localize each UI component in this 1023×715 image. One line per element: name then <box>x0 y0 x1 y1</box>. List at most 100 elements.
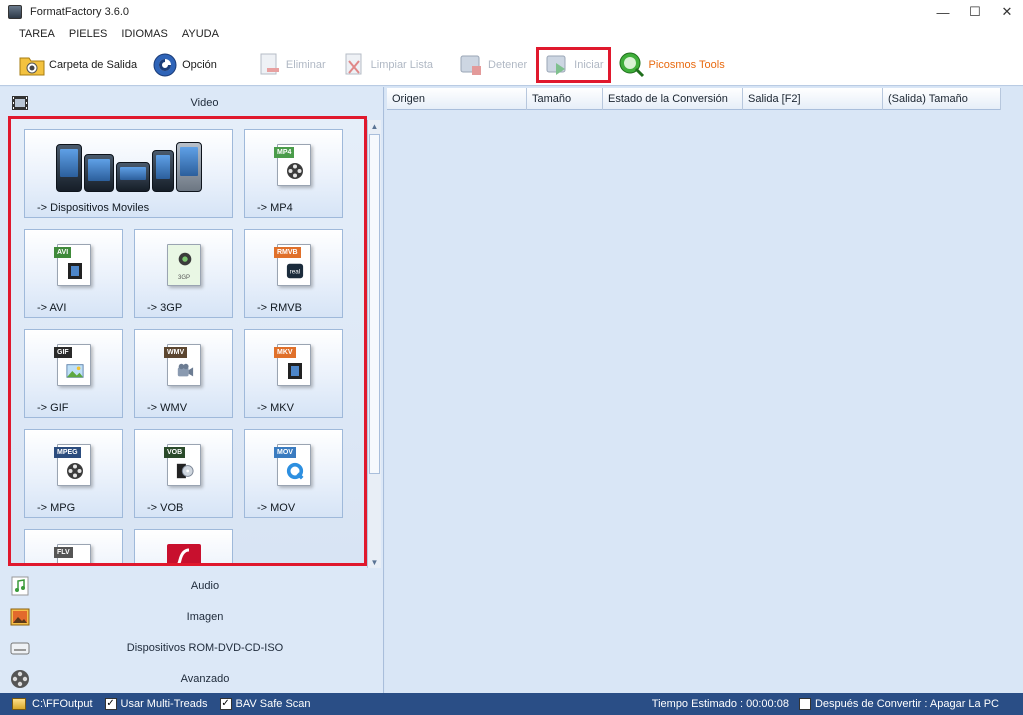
output-folder-button[interactable]: Carpeta de Salida <box>14 50 141 80</box>
wmv-badge: WMV <box>164 347 188 358</box>
flv-file-icon: FLV <box>54 544 91 563</box>
delete-button[interactable]: Eliminar <box>251 50 330 80</box>
scroll-thumb[interactable] <box>369 134 380 474</box>
clear-list-label: Limpiar Lista <box>370 58 434 71</box>
option-button[interactable]: Opción <box>147 50 221 80</box>
avi-file-icon: AVI <box>54 244 91 286</box>
status-right: Tiempo Estimado : 00:00:08 Después de Co… <box>652 698 999 710</box>
output-path[interactable]: C:\FFOutput <box>32 698 93 710</box>
menu-idiomas[interactable]: IDIOMAS <box>114 28 174 40</box>
task-list[interactable]: Origen Tamaño Estado de la Conversión Sa… <box>385 87 1023 693</box>
tile-mpg-label: -> MPG <box>37 502 76 514</box>
flv-badge: FLV <box>54 547 73 558</box>
delete-doc-icon <box>255 51 283 79</box>
tile-mov-label: -> MOV <box>257 502 296 514</box>
music-note-icon <box>9 575 31 597</box>
tile-flv[interactable]: FLV <box>24 529 123 563</box>
picosmos-tools-button[interactable]: Picosmos Tools <box>614 50 729 80</box>
reel-icon <box>9 668 31 690</box>
tile-wmv-label: -> WMV <box>147 402 188 414</box>
gif-badge: GIF <box>54 347 72 358</box>
tile-vob-label: -> VOB <box>147 502 184 514</box>
tile-mov[interactable]: MOV -> MOV <box>244 429 343 518</box>
film-icon <box>9 92 31 114</box>
status-bar: C:\FFOutput ✓ Usar Multi-Treads ✓ BAV Sa… <box>0 693 1023 715</box>
tile-swf[interactable] <box>134 529 233 563</box>
svg-text:real: real <box>290 269 301 276</box>
picosmos-icon <box>618 51 646 79</box>
tile-avi-label: -> AVI <box>37 302 67 314</box>
category-audio[interactable]: Audio <box>0 570 384 601</box>
start-label: Iniciar <box>574 58 604 71</box>
bav-scan-checkbox[interactable]: ✓ <box>219 698 232 710</box>
close-button[interactable]: ✕ <box>991 0 1023 24</box>
tile-mp4[interactable]: MP4 -> MP4 <box>244 129 343 218</box>
tile-3gp[interactable]: 3GP -> 3GP <box>134 229 233 318</box>
clear-list-button[interactable]: Limpiar Lista <box>336 50 437 80</box>
delete-label: Eliminar <box>285 58 326 71</box>
after-convert-label: Después de Convertir : Apagar La PC <box>814 698 999 710</box>
column-size[interactable]: Tamaño <box>527 88 603 110</box>
column-output[interactable]: Salida [F2] <box>743 88 883 110</box>
category-video[interactable]: Video <box>0 87 383 118</box>
category-rom-dvd-label: Dispositivos ROM-DVD-CD-ISO <box>126 641 284 654</box>
avi-badge: AVI <box>54 247 72 258</box>
menu-pieles[interactable]: PIELES <box>62 28 115 40</box>
tile-mp4-label: -> MP4 <box>257 202 293 214</box>
scroll-up-icon[interactable]: ▲ <box>368 120 381 132</box>
start-button[interactable]: Iniciar <box>536 46 611 83</box>
scroll-down-icon[interactable]: ▼ <box>368 556 381 568</box>
category-list: Audio Imagen Dispositivos ROM-DVD-CD-ISO… <box>0 570 384 694</box>
video-tiles-area: -> Dispositivos Moviles MP4 -> MP4 AVI -… <box>8 116 367 566</box>
minimize-button[interactable]: — <box>927 0 959 24</box>
vob-file-icon: VOB <box>164 444 201 486</box>
app-icon <box>8 5 22 19</box>
tile-mkv[interactable]: MKV -> MKV <box>244 329 343 418</box>
tiles-scrollbar[interactable]: ▲ ▼ <box>367 120 381 568</box>
output-folder-icon[interactable] <box>12 698 26 710</box>
picosmos-label: Picosmos Tools <box>648 58 725 71</box>
tile-gif-label: -> GIF <box>37 402 69 414</box>
column-status[interactable]: Estado de la Conversión <box>603 88 743 110</box>
tile-vob[interactable]: VOB -> VOB <box>134 429 233 518</box>
3gp-file-icon: 3GP <box>167 244 201 286</box>
menu-tarea[interactable]: TAREA <box>12 28 62 40</box>
tile-avi[interactable]: AVI -> AVI <box>24 229 123 318</box>
disc-drive-icon <box>9 637 31 659</box>
task-list-header: Origen Tamaño Estado de la Conversión Sa… <box>387 88 1001 110</box>
tile-mobile-devices[interactable]: -> Dispositivos Moviles <box>24 129 233 218</box>
after-convert-checkbox[interactable] <box>798 698 811 710</box>
mov-badge: MOV <box>274 447 296 458</box>
menu-bar: TAREA PIELES IDIOMAS AYUDA <box>0 24 1023 44</box>
menu-ayuda[interactable]: AYUDA <box>175 28 226 40</box>
multi-threads-checkbox[interactable]: ✓ <box>104 698 117 710</box>
clear-list-icon <box>340 51 368 79</box>
tile-wmv[interactable]: WMV -> WMV <box>134 329 233 418</box>
mp4-badge: MP4 <box>274 147 295 158</box>
window-controls: — ☐ ✕ <box>927 0 1023 24</box>
category-video-label: Video <box>190 96 219 109</box>
column-output-size[interactable]: (Salida) Tamaño <box>883 88 1001 110</box>
maximize-button[interactable]: ☐ <box>959 0 991 24</box>
output-folder-label: Carpeta de Salida <box>49 58 138 71</box>
category-rom-dvd[interactable]: Dispositivos ROM-DVD-CD-ISO <box>0 632 384 663</box>
gear-icon <box>151 51 179 79</box>
mp4-file-icon: MP4 <box>274 144 311 186</box>
mov-file-icon: MOV <box>274 444 311 486</box>
tile-rmvb[interactable]: RMVB real -> RMVB <box>244 229 343 318</box>
category-image-label: Imagen <box>186 610 224 623</box>
category-advanced[interactable]: Avanzado <box>0 663 384 694</box>
tile-3gp-label: -> 3GP <box>147 302 183 314</box>
stop-button[interactable]: Detener <box>453 50 531 80</box>
category-image[interactable]: Imagen <box>0 601 384 632</box>
rmvb-badge: RMVB <box>274 247 301 258</box>
start-icon <box>543 51 571 79</box>
tile-mpg[interactable]: MPEG -> MPG <box>24 429 123 518</box>
category-advanced-label: Avanzado <box>180 672 230 685</box>
column-origin[interactable]: Origen <box>387 88 527 110</box>
wmv-file-icon: WMV <box>164 344 201 386</box>
tile-gif[interactable]: GIF -> GIF <box>24 329 123 418</box>
picture-icon <box>9 606 31 628</box>
category-panel: Video -> Dispositivos Moviles MP4 -> MP4 <box>0 87 384 693</box>
tile-mkv-label: -> MKV <box>257 402 294 414</box>
